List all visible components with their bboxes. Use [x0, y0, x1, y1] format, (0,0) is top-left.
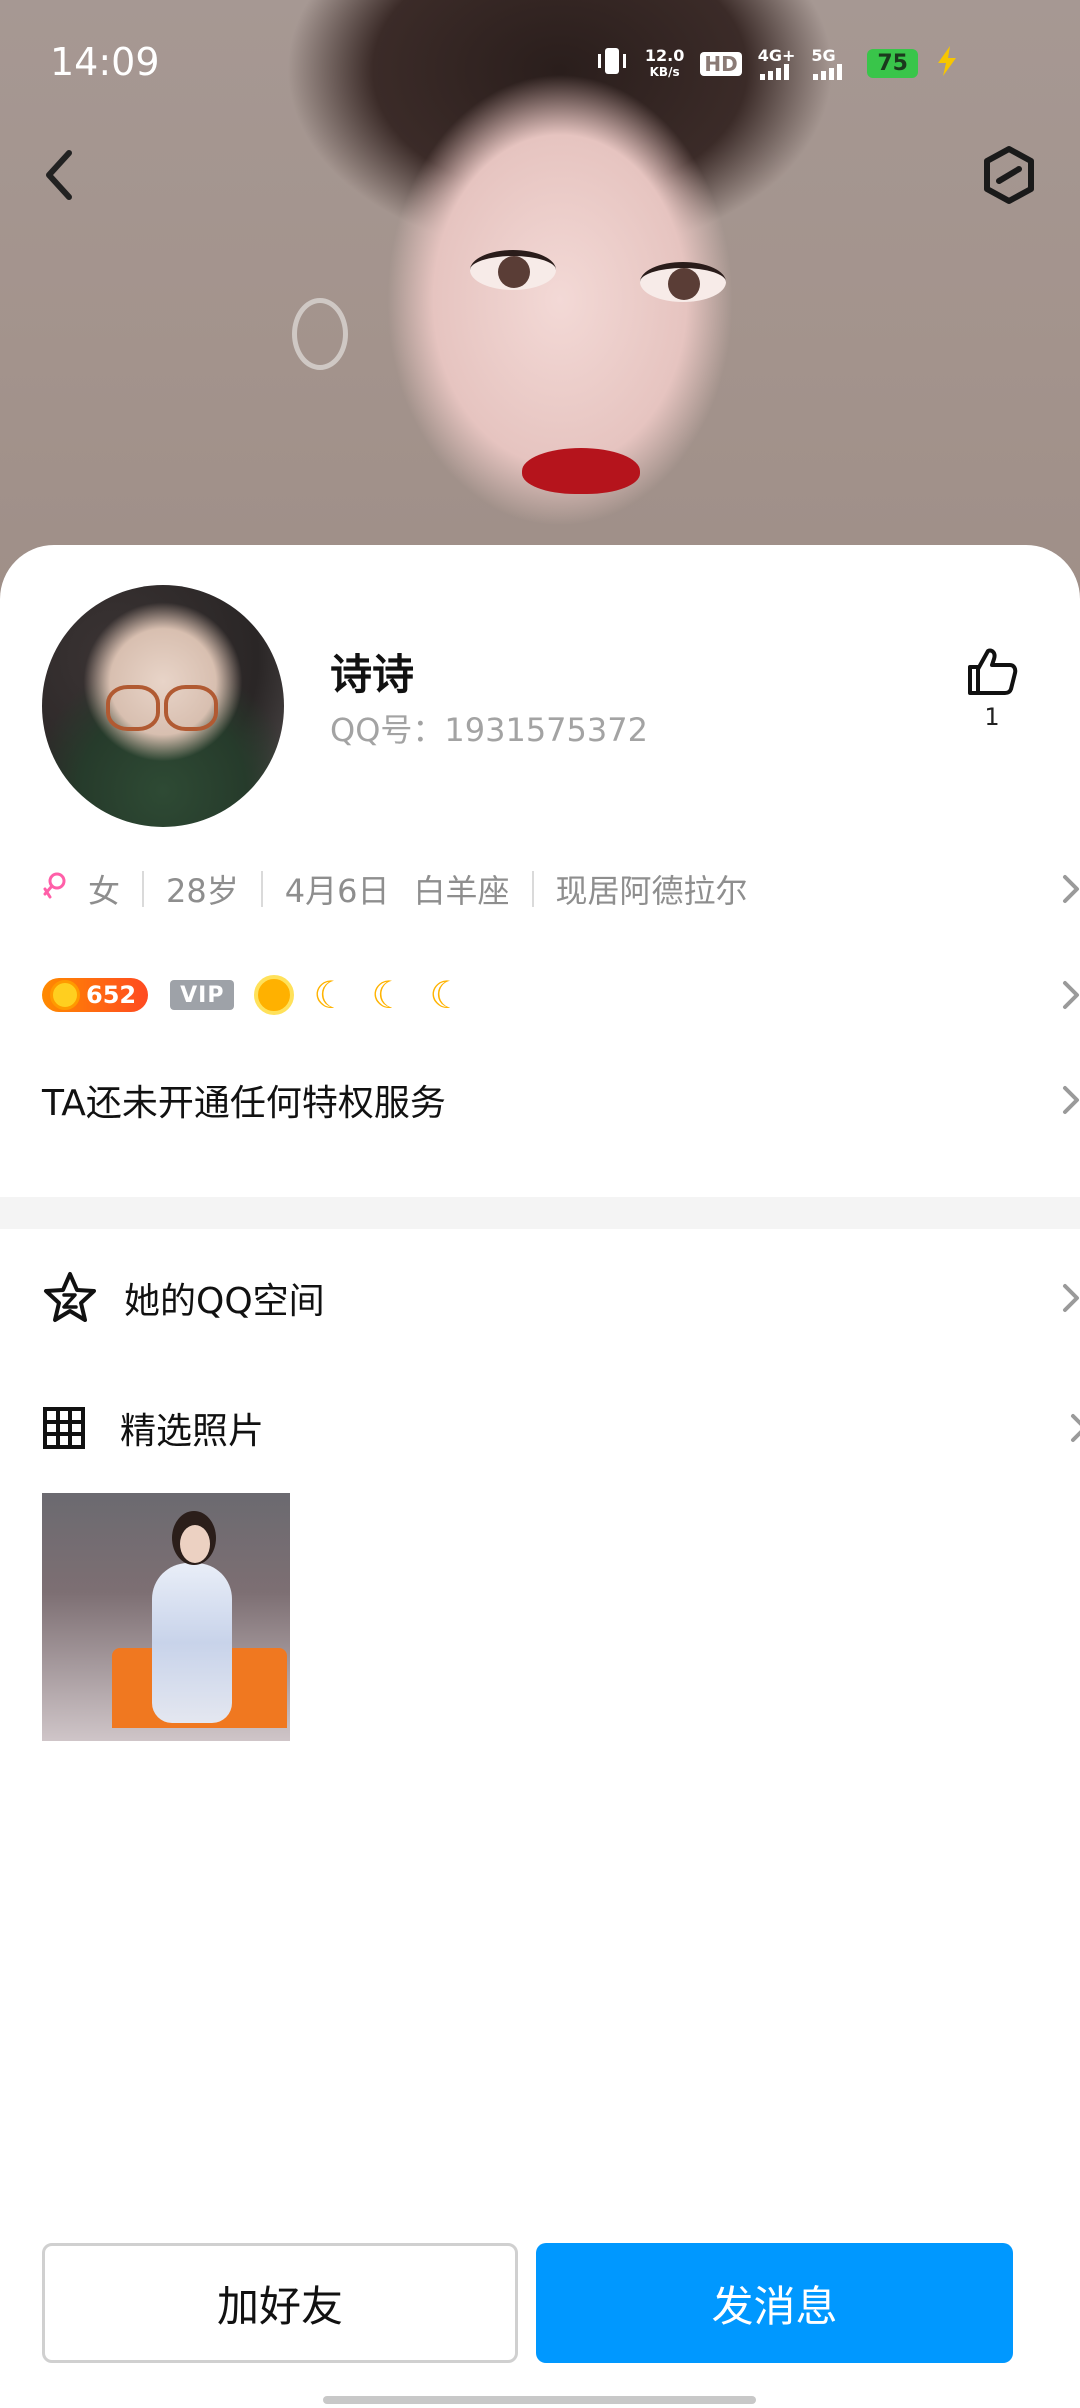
cover-earring — [292, 298, 348, 370]
network-4g-label: 4G+ — [757, 45, 796, 65]
avatar[interactable] — [42, 585, 284, 827]
chevron-right-icon — [1063, 875, 1079, 903]
moon-icon: ☾ — [313, 973, 348, 1017]
star-icon — [44, 1272, 96, 1322]
net-speed-value: 12.0 — [644, 45, 685, 65]
avatar-glasses-left — [106, 685, 160, 731]
cover-right-eye — [640, 262, 726, 302]
network-5g-label: 5G — [811, 45, 836, 65]
hd-icon: HD — [700, 51, 742, 76]
divider — [260, 871, 263, 907]
status-time: 14:09 — [50, 40, 160, 84]
level-badge: 652 — [42, 978, 149, 1012]
back-button[interactable] — [24, 140, 94, 210]
grid-icon — [43, 1407, 85, 1449]
moon-icon: ☾ — [371, 973, 406, 1017]
hexagon-settings-icon — [984, 146, 1034, 204]
divider — [142, 871, 145, 907]
coin-icon — [50, 980, 80, 1010]
battery-icon: 75 — [867, 49, 918, 78]
thumbs-up-icon — [968, 648, 1018, 695]
signal-5g-icon: 5G — [811, 45, 851, 80]
section-divider — [0, 1197, 1080, 1229]
photo-dress — [152, 1563, 232, 1723]
net-speed-unit: KB/s — [649, 64, 680, 79]
signal-icon: 4G+ — [757, 45, 796, 80]
chevron-right-icon — [1071, 1414, 1080, 1442]
level-badges-row[interactable]: 652 VIP ☾ ☾ ☾ — [0, 955, 1080, 1035]
qq-number: QQ号：1931575372 — [330, 711, 648, 749]
settings-button[interactable] — [974, 140, 1044, 210]
location-text: 现居阿德拉尔 — [555, 872, 748, 910]
basic-info-row[interactable]: 女 28岁 4月6日 白羊座 现居阿德拉尔 — [0, 845, 1080, 933]
birthday-text: 4月6日 — [284, 872, 390, 910]
chevron-right-icon — [1063, 1086, 1079, 1114]
privilege-text: TA还未开通任何特权服务 — [42, 1083, 446, 1124]
photos-row[interactable]: 精选照片 — [0, 1363, 1080, 1493]
sun-icon — [254, 975, 295, 1015]
photos-label: 精选照片 — [120, 1411, 265, 1452]
cover-left-eye — [470, 250, 556, 290]
status-bar: 14:09 12.0 KB/s HD 4G+ 5G 75 — [0, 0, 1080, 130]
age-text: 28岁 — [166, 872, 239, 910]
profile-card: 诗诗 QQ号：1931575372 1 女 28岁 4月6日 白羊座 现居阿德拉… — [0, 545, 1080, 2408]
chevron-left-icon — [46, 150, 72, 200]
qzone-label: 她的QQ空间 — [124, 1281, 325, 1322]
profile-name: 诗诗 — [330, 650, 415, 699]
female-icon — [42, 870, 68, 908]
divider — [531, 871, 534, 907]
featured-photo-thumbnail[interactable] — [42, 1493, 290, 1741]
home-indicator[interactable] — [323, 2396, 756, 2404]
net-speed: 12.0 KB/s — [644, 45, 685, 80]
zodiac-text: 白羊座 — [413, 872, 510, 910]
privilege-row[interactable]: TA还未开通任何特权服务 — [0, 1050, 1080, 1150]
send-message-button[interactable]: 发消息 — [536, 2243, 1013, 2363]
qzone-row[interactable]: 她的QQ空间 — [0, 1233, 1080, 1363]
avatar-glasses-right — [164, 685, 218, 731]
chevron-right-icon — [1063, 981, 1079, 1009]
vip-badge: VIP — [170, 980, 235, 1010]
gender-text: 女 — [88, 872, 121, 910]
cover-lips — [522, 448, 640, 494]
chevron-right-icon — [1063, 1284, 1079, 1312]
moon-icon: ☾ — [429, 973, 464, 1017]
level-value: 652 — [86, 981, 137, 1009]
photo-face — [180, 1525, 210, 1563]
vibrate-icon — [595, 44, 629, 83]
like-button[interactable]: 1 — [960, 645, 1024, 731]
status-icons: 12.0 KB/s HD 4G+ 5G 75 — [595, 44, 960, 83]
charging-icon — [934, 46, 960, 81]
like-count: 1 — [984, 703, 1000, 731]
add-friend-button[interactable]: 加好友 — [42, 2243, 518, 2363]
